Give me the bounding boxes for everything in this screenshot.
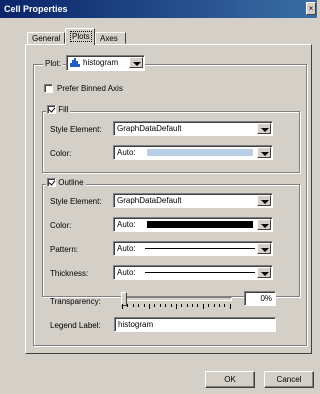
plot-select-value-wrap: histogram [70, 58, 119, 68]
chevron-down-icon[interactable] [129, 57, 143, 68]
plot-label: Plot: [43, 59, 64, 68]
tab-plots[interactable]: Plots [65, 28, 95, 45]
outline-group-header: Outline [46, 178, 86, 188]
outline-color-swatch [147, 221, 253, 228]
slider-tick [138, 304, 140, 307]
chevron-down-icon[interactable] [257, 219, 271, 230]
outline-color-select[interactable]: Auto: [113, 217, 273, 232]
slider-tick [213, 304, 215, 307]
fill-group-header: Fill [46, 105, 71, 115]
fill-color-label: Color: [50, 149, 72, 158]
prefer-binned-axis-label: Prefer Binned Axis [57, 84, 123, 93]
outline-color-label: Color: [50, 221, 72, 230]
chevron-down-icon[interactable] [257, 267, 271, 278]
slider-tick [122, 304, 123, 309]
tab-general[interactable]: General [27, 32, 65, 44]
slider-tick [181, 304, 183, 307]
tab-axes-label: Axes [100, 34, 118, 43]
legend-label-input[interactable]: histogram [114, 317, 276, 332]
slider-tick [148, 304, 150, 309]
chevron-down-icon[interactable] [257, 243, 271, 254]
outline-pattern-select[interactable]: Auto: [113, 241, 273, 256]
outline-thickness-label: Thickness: [50, 269, 89, 278]
outline-pattern-value: Auto: [117, 244, 136, 253]
slider-tick [192, 304, 194, 307]
plot-select-value: histogram [83, 58, 119, 67]
outline-checkbox[interactable] [47, 178, 56, 188]
tab-plots-label: Plots [70, 31, 92, 42]
cancel-button[interactable]: Cancel [264, 371, 314, 388]
thickness-line-sample [145, 272, 255, 273]
transparency-ticks [122, 304, 231, 309]
chevron-down-icon[interactable] [257, 123, 271, 134]
fill-label: Fill [58, 105, 69, 114]
transparency-slider-track[interactable] [121, 297, 232, 301]
fill-style-element-value: GraphDataDefault [117, 124, 182, 133]
fill-color-select[interactable]: Auto: [113, 145, 273, 160]
slider-tick [170, 304, 172, 307]
title-bar: Cell Properties × [0, 0, 317, 18]
outline-color-value: Auto: [117, 220, 136, 229]
histogram-icon [70, 58, 80, 68]
slider-tick [143, 304, 145, 307]
close-window-button[interactable]: × [306, 2, 316, 15]
tab-general-label: General [32, 34, 61, 43]
legend-label-label: Legend Label: [50, 321, 101, 330]
window-title: Cell Properties [4, 4, 68, 14]
tab-axes[interactable]: Axes [95, 32, 126, 44]
outline-style-element-label: Style Element: [50, 197, 102, 206]
chevron-down-icon[interactable] [257, 195, 271, 206]
slider-tick [159, 304, 161, 307]
fill-color-swatch [147, 149, 253, 156]
outline-label: Outline [58, 178, 84, 187]
slider-tick [208, 304, 210, 307]
slider-tick [132, 304, 134, 307]
slider-tick [202, 304, 204, 309]
slider-tick [224, 304, 226, 307]
slider-tick [219, 304, 221, 307]
ok-button[interactable]: OK [205, 371, 255, 388]
outline-thickness-value: Auto: [117, 268, 136, 277]
slider-tick [175, 304, 177, 309]
slider-tick [229, 304, 231, 309]
prefer-binned-axis-checkbox[interactable] [44, 84, 53, 93]
outline-pattern-label: Pattern: [50, 245, 79, 254]
plots-panel: Plot: histogram Prefer Binned Axis Fill … [25, 44, 312, 354]
transparency-input[interactable]: 0% [244, 291, 276, 306]
fill-style-element-select[interactable]: GraphDataDefault [113, 121, 273, 136]
slider-tick [127, 304, 129, 307]
outline-thickness-select[interactable]: Auto: [113, 265, 273, 280]
slider-tick [197, 304, 199, 307]
plot-select[interactable]: histogram [66, 55, 145, 71]
fill-style-element-label: Style Element: [50, 125, 102, 134]
slider-tick [186, 304, 188, 307]
slider-tick [165, 304, 167, 307]
close-icon: × [308, 4, 314, 13]
chevron-down-icon[interactable] [257, 147, 271, 158]
outline-style-element-select[interactable]: GraphDataDefault [113, 193, 273, 208]
fill-color-value: Auto: [117, 148, 136, 157]
transparency-label: Transparency: [50, 297, 101, 306]
pattern-line-sample [145, 248, 255, 249]
fill-checkbox[interactable] [47, 105, 56, 115]
outline-style-element-value: GraphDataDefault [117, 196, 182, 205]
slider-tick [154, 304, 156, 307]
